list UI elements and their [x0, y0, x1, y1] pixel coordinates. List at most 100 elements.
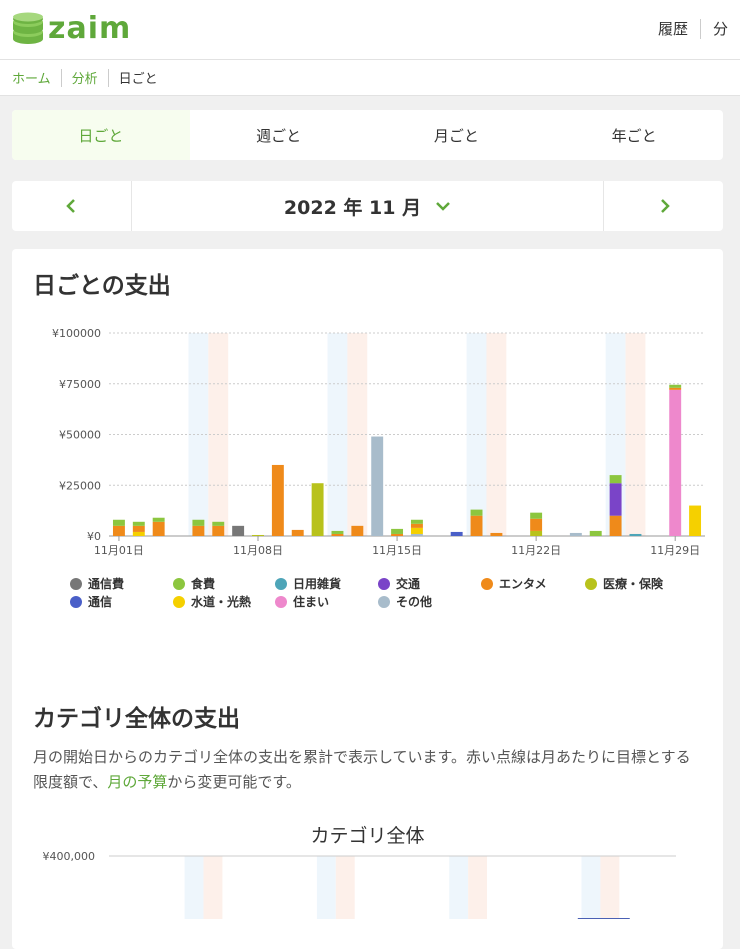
bar-segment — [470, 509, 483, 516]
legend-label: その他 — [396, 595, 433, 609]
legend-item[interactable]: 水道・光熱 — [173, 593, 251, 610]
bar-segment — [252, 534, 264, 536]
chevron-right-icon — [660, 199, 670, 213]
bar-segment — [490, 532, 503, 536]
bar-segment — [132, 525, 145, 532]
legend-color-dot — [173, 595, 185, 608]
bar-segment — [192, 525, 205, 536]
y-tick-label: ¥50000 — [59, 429, 101, 442]
saturday-band — [184, 856, 204, 919]
chevron-left-icon — [65, 199, 75, 213]
bar-segment — [669, 389, 682, 536]
bar-segment — [212, 525, 225, 536]
tab-weekly[interactable]: 週ごと — [190, 110, 368, 160]
bar-segment — [391, 528, 404, 534]
bar-segment — [569, 532, 582, 536]
description-text-end: から変更可能です。 — [167, 773, 301, 791]
zaim-logo[interactable]: zaim — [12, 12, 131, 46]
category-total-title: カテゴリ全体の支出 — [33, 706, 240, 732]
legend-color-dot — [173, 577, 185, 590]
bar-segment — [450, 531, 463, 536]
legend-color-dot — [70, 577, 82, 590]
bar-segment — [331, 530, 344, 534]
legend-color-dot — [378, 577, 390, 590]
legend-label: 交通 — [396, 577, 421, 591]
previous-month-button[interactable] — [12, 181, 132, 231]
tab-yearly[interactable]: 年ごと — [545, 110, 723, 160]
bar-segment — [212, 521, 225, 526]
bar-segment — [132, 531, 145, 536]
logo-text: zaim — [48, 11, 132, 46]
cumulative-spending-chart: ¥400,000¥300,000 — [43, 850, 676, 919]
bar-segment — [629, 533, 642, 536]
bar-segment — [609, 475, 622, 484]
bar-segment — [689, 505, 702, 536]
legend-item[interactable]: 日用雑貨 — [275, 575, 341, 592]
daily-spending-chart: ¥100000 ¥75000 ¥50000 ¥25000 ¥011月01日 11月08日 1… — [52, 327, 705, 557]
legend-item[interactable]: 住まい — [275, 593, 329, 610]
legend-color-dot — [275, 577, 287, 590]
bar-segment — [311, 483, 324, 536]
bar-segment — [669, 387, 682, 390]
legend-item[interactable]: エンタメ — [481, 575, 547, 592]
bar-segment — [331, 533, 344, 536]
bar-segment — [291, 529, 304, 536]
sunday-band — [468, 856, 487, 919]
legend-item[interactable]: 通信費 — [70, 575, 124, 592]
bar-segment — [410, 533, 423, 536]
bar-segment — [589, 530, 602, 536]
chevron-down-icon — [436, 202, 450, 211]
legend-item[interactable]: その他 — [378, 593, 432, 610]
bar-segment — [669, 384, 682, 388]
month-selector[interactable]: 2022 年 11 月 — [132, 181, 603, 231]
legend-item[interactable]: 医療・保険 — [585, 575, 663, 592]
x-tick-label: 11月01日 — [94, 544, 144, 557]
legend-color-dot — [70, 595, 82, 608]
nav-history-link[interactable]: 履歴 — [646, 18, 700, 39]
breadcrumb-analysis-link[interactable]: 分析 — [72, 68, 98, 87]
monthly-budget-link[interactable]: 月の予算 — [107, 773, 167, 791]
legend-label: 通信費 — [88, 577, 125, 591]
bar-segment — [530, 512, 543, 519]
tab-daily[interactable]: 日ごと — [12, 110, 190, 160]
sunday-band — [335, 856, 355, 919]
bar-segment — [609, 515, 622, 536]
bar-segment — [112, 525, 125, 536]
y-tick-label: ¥0 — [87, 530, 101, 543]
legend-label: 通信 — [88, 595, 113, 609]
header-nav: 履歴 分 — [646, 18, 740, 39]
x-tick-label: 11月29日 — [650, 544, 700, 557]
sunday-band — [203, 856, 223, 919]
next-month-button[interactable] — [603, 181, 723, 231]
bar-segment — [132, 521, 145, 526]
legend-color-dot — [275, 595, 287, 608]
legend-item[interactable]: 食費 — [173, 575, 215, 592]
legend-item[interactable]: 通信 — [70, 593, 112, 610]
bar-segment — [192, 519, 205, 526]
x-tick-label: 11月08日 — [233, 544, 283, 557]
bar-segment — [410, 519, 423, 524]
bar-segment — [112, 519, 125, 526]
nav-analysis-link[interactable]: 分 — [701, 18, 740, 39]
legend-color-dot — [481, 577, 493, 590]
bar-segment — [152, 521, 165, 536]
legend-item[interactable]: 交通 — [378, 575, 420, 592]
bar-segment — [391, 533, 404, 536]
bar-segment — [410, 527, 423, 534]
bar-segment — [271, 464, 284, 536]
current-month-label: 2022 年 11 月 — [283, 196, 422, 219]
y-tick-label: ¥100000 — [52, 327, 101, 340]
coin-stack-icon — [13, 12, 43, 44]
y-tick-label: ¥25000 — [59, 479, 101, 492]
bar-segment — [232, 525, 245, 536]
legend-color-dot — [585, 577, 597, 590]
breadcrumb-home-link[interactable]: ホーム — [12, 68, 51, 87]
breadcrumb: ホーム 分析 日ごと — [0, 60, 740, 96]
saturday-band — [581, 856, 601, 919]
bar-segment — [609, 483, 622, 516]
saturday-band — [316, 856, 336, 919]
breadcrumb-current: 日ごと — [118, 72, 158, 87]
tab-monthly[interactable]: 月ごと — [368, 110, 546, 160]
y-tick-label: ¥75000 — [59, 378, 101, 391]
bar-segment — [530, 518, 543, 531]
